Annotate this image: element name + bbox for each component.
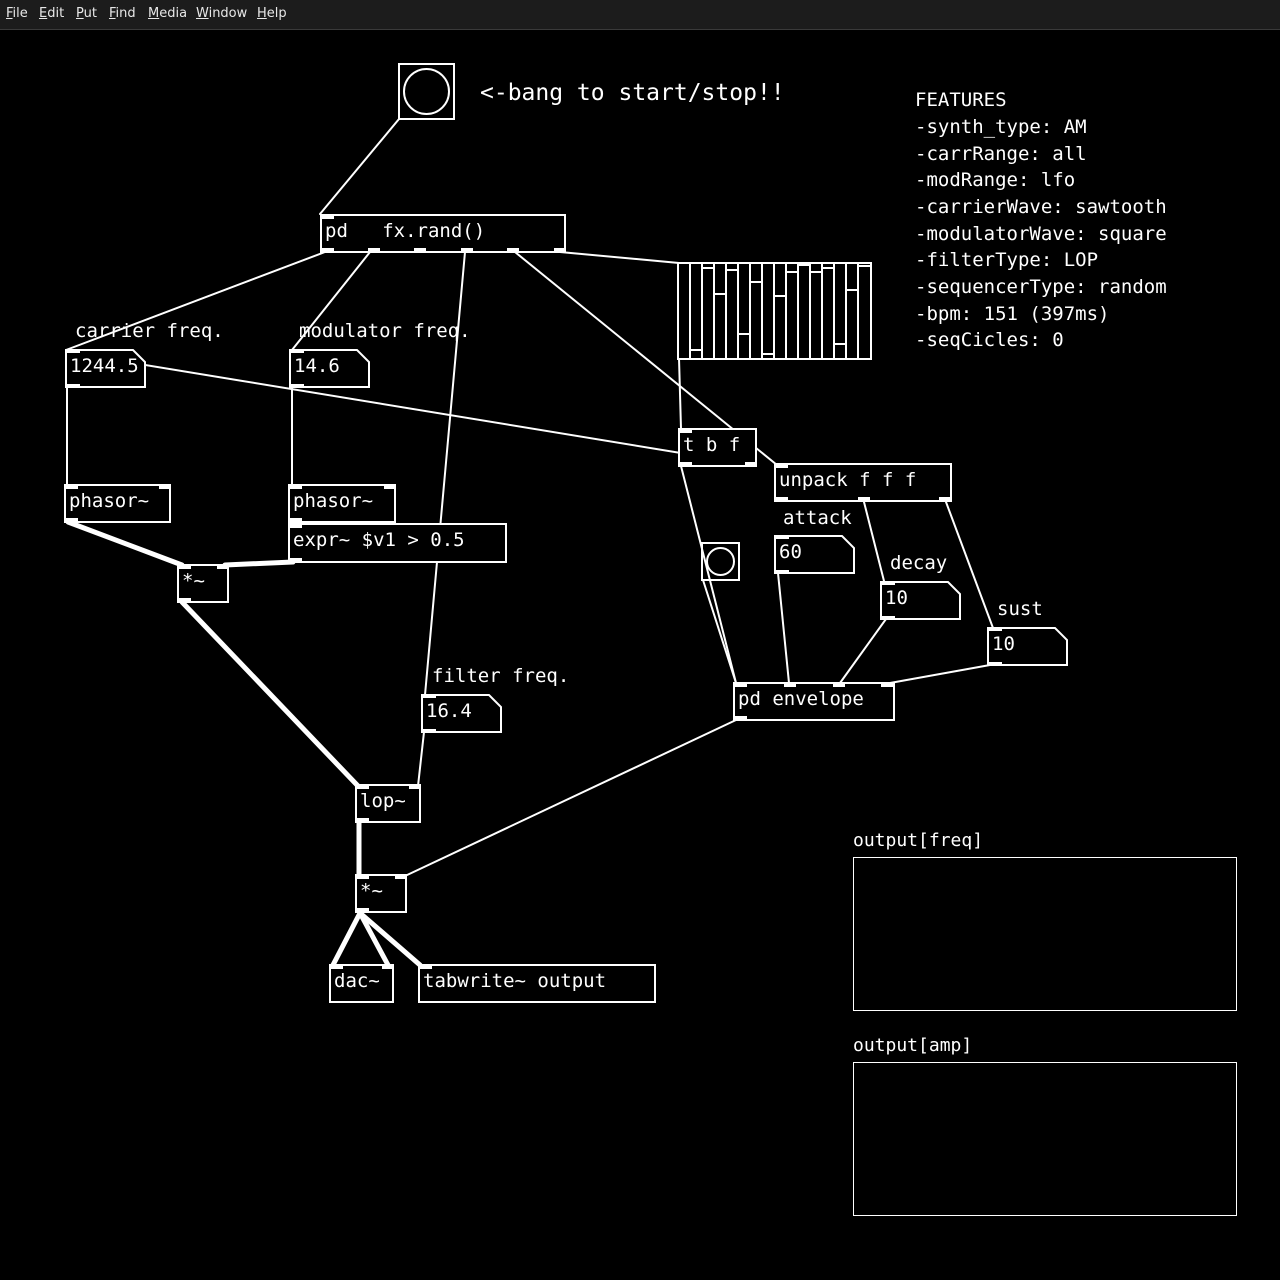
patch-canvas[interactable]: <-bang to start/stop!! FEATURES -synth_t… <box>0 0 1280 1280</box>
freq-graph-label: output[freq] <box>853 830 984 851</box>
number-value: 10 <box>885 587 908 609</box>
number-value: 14.6 <box>294 355 340 377</box>
number-value: 16.4 <box>426 700 472 722</box>
modulator-phasor-object[interactable]: phasor~ <box>288 484 396 523</box>
start-comment: <-bang to start/stop!! <box>480 80 785 106</box>
attack-label: attack <box>783 507 852 529</box>
tabwrite-object[interactable]: tabwrite~ output <box>418 964 656 1003</box>
envelope-object[interactable]: pd envelope <box>733 682 895 721</box>
feature-line: -filterType: LOP <box>915 249 1099 271</box>
decay-label: decay <box>890 552 948 574</box>
object-text: tabwrite~ output <box>423 970 607 992</box>
carrier-phasor-object[interactable]: phasor~ <box>64 484 171 523</box>
object-text: expr~ $v1 > 0.5 <box>293 529 465 551</box>
object-text: *~ <box>182 570 205 592</box>
feature-line: -carrRange: all <box>915 143 1087 165</box>
lowpass-object[interactable]: lop~ <box>355 784 421 823</box>
features-title: FEATURES <box>915 89 1007 111</box>
number-value: 60 <box>779 541 802 563</box>
bang-circle-icon <box>403 68 450 115</box>
number-value: 1244.5 <box>70 355 139 377</box>
modulator-freq-number[interactable]: 14.6 <box>289 349 370 388</box>
object-text: pd envelope <box>738 688 864 710</box>
carrier-freq-label: carrier freq. <box>75 320 224 342</box>
dac-object[interactable]: dac~ <box>329 964 394 1003</box>
object-text: dac~ <box>334 970 380 992</box>
fxrand-object[interactable]: pd fx.rand() <box>320 214 566 253</box>
filter-freq-label: filter freq. <box>432 665 570 687</box>
vca-multiply-object[interactable]: *~ <box>355 874 407 913</box>
feature-line: -seqCicles: 0 <box>915 329 1064 351</box>
object-text: phasor~ <box>69 490 150 512</box>
decay-number[interactable]: 10 <box>880 581 961 620</box>
amp-graph-label: output[amp] <box>853 1035 973 1056</box>
sust-label: sust <box>997 598 1043 620</box>
feature-line: -synth_type: AM <box>915 116 1087 138</box>
bang-circle-icon <box>706 547 735 576</box>
modulator-freq-label: modulator freq. <box>299 320 471 342</box>
multiply-object[interactable]: *~ <box>177 564 229 603</box>
object-text: t b f <box>683 434 741 456</box>
object-text: unpack f f f <box>779 469 917 491</box>
unpack-object[interactable]: unpack f f f <box>774 463 952 502</box>
envelope-bang[interactable] <box>701 542 740 581</box>
number-value: 10 <box>992 633 1015 655</box>
object-text: *~ <box>360 880 383 902</box>
amp-graph[interactable] <box>853 1062 1237 1216</box>
sust-number[interactable]: 10 <box>987 627 1068 666</box>
filter-freq-number[interactable]: 16.4 <box>421 694 502 733</box>
object-text: lop~ <box>360 790 406 812</box>
feature-line: -modRange: lfo <box>915 169 1076 191</box>
attack-number[interactable]: 60 <box>774 535 855 574</box>
feature-line: -modulatorWave: square <box>915 223 1167 245</box>
trigger-object[interactable]: t b f <box>678 428 757 467</box>
carrier-freq-number[interactable]: 1244.5 <box>65 349 146 388</box>
start-bang[interactable] <box>398 63 455 120</box>
object-text: phasor~ <box>293 490 374 512</box>
freq-graph[interactable] <box>853 857 1237 1011</box>
sequencer-array[interactable] <box>677 262 872 360</box>
feature-line: -sequencerType: random <box>915 276 1167 298</box>
object-text: pd fx.rand() <box>325 220 486 242</box>
feature-line: -carrierWave: sawtooth <box>915 196 1167 218</box>
expr-object[interactable]: expr~ $v1 > 0.5 <box>288 523 507 563</box>
feature-line: -bpm: 151 (397ms) <box>915 303 1110 325</box>
